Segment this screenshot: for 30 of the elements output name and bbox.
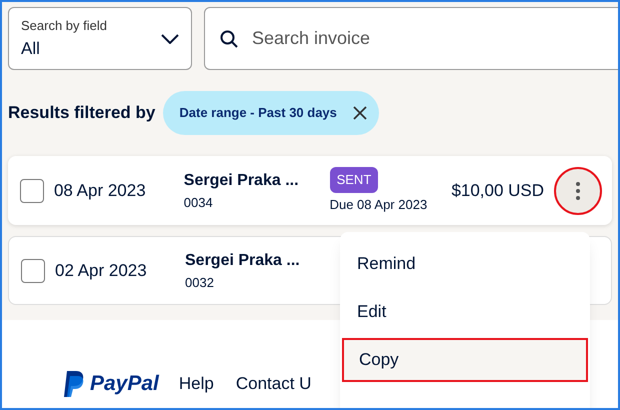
invoice-date: 02 Apr 2023 — [55, 260, 148, 282]
chip-label: Date range - Past 30 days — [179, 104, 337, 122]
paypal-logo-icon — [62, 370, 86, 398]
select-value: All — [21, 38, 41, 60]
menu-item[interactable]: Remind — [342, 242, 588, 286]
invoice-date: 08 Apr 2023 — [54, 180, 147, 202]
paypal-logo: PayPal — [90, 371, 159, 398]
chevron-down-icon — [161, 34, 179, 44]
filter-label: Results filtered by — [8, 102, 156, 124]
due-date: Due 08 Apr 2023 — [330, 196, 428, 214]
more-options-button[interactable] — [554, 166, 602, 214]
invoice-number: 0032 — [185, 274, 215, 292]
invoice-row[interactable]: 08 Apr 2023 Sergei Praka ... 0034 SENT Due 08 Apr 2023 $10,00 USD — [8, 156, 612, 225]
filter-chip[interactable]: Date range - Past 30 days — [163, 91, 379, 135]
footer-link[interactable]: Contact U — [236, 371, 312, 397]
search-icon — [220, 30, 238, 48]
status-badge: SENT — [330, 167, 378, 192]
more-icon — [575, 180, 582, 200]
menu-item[interactable]: Copy — [342, 338, 588, 382]
footer-link[interactable]: Help — [178, 371, 214, 397]
row-checkbox[interactable] — [20, 178, 44, 202]
select-label: Search by field — [21, 17, 107, 35]
search-field-select[interactable]: Search by field All — [8, 7, 192, 70]
row-checkbox[interactable] — [21, 258, 45, 282]
invoice-number: 0034 — [184, 194, 214, 212]
customer-name: Sergei Praka ... — [185, 250, 301, 271]
search-field[interactable]: Search invoice — [204, 7, 618, 70]
close-icon[interactable] — [352, 106, 367, 120]
invoice-amount: $10,00 USD — [451, 180, 544, 202]
customer-name: Sergei Praka ... — [184, 170, 300, 191]
